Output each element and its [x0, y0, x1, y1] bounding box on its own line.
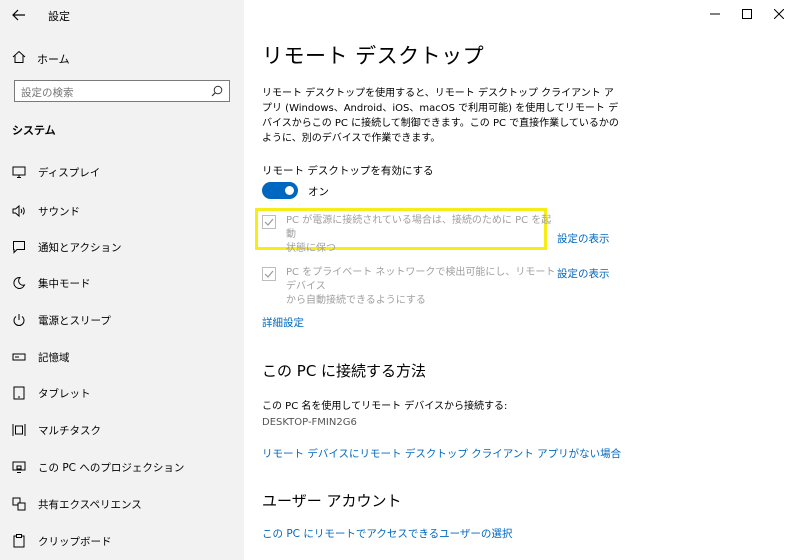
- no-client-app-link[interactable]: リモート デバイスにリモート デスクトップ クライアント アプリがない場合: [262, 446, 621, 461]
- toggle-state-label: オン: [308, 186, 329, 198]
- sidebar-item-display[interactable]: ディスプレイ: [0, 158, 244, 186]
- sidebar-item-home[interactable]: ホーム: [0, 45, 244, 71]
- discoverable-settings-link[interactable]: 設定の表示: [557, 266, 610, 281]
- app-title: 設定: [48, 10, 70, 23]
- sidebar-item-sound[interactable]: サウンド: [0, 197, 244, 225]
- maximize-icon: [742, 9, 752, 19]
- sidebar-item-label: 電源とスリープ: [38, 315, 111, 327]
- projection-icon: [12, 461, 26, 473]
- search-input[interactable]: [15, 83, 201, 103]
- user-accounts-heading: ユーザー アカウント: [262, 492, 402, 510]
- sidebar-item-shared-experiences[interactable]: 共有エクスペリエンス: [0, 490, 244, 518]
- sidebar-item-label: 集中モード: [38, 278, 91, 290]
- checkmark-icon: [264, 270, 274, 278]
- sidebar-item-label: ディスプレイ: [38, 167, 101, 179]
- power-icon: [13, 314, 25, 326]
- select-users-link[interactable]: この PC にリモートでアクセスできるユーザーの選択: [262, 526, 512, 541]
- maximize-button[interactable]: [730, 0, 764, 28]
- back-button[interactable]: [8, 4, 30, 26]
- multitask-icon: [12, 424, 26, 436]
- sidebar-item-tablet[interactable]: タブレット: [0, 379, 244, 407]
- close-button[interactable]: [762, 0, 796, 28]
- discoverable-label: PC をプライベート ネットワークで検出可能にし、リモート デバイス から自動接…: [286, 266, 556, 308]
- title-bar: 設定: [0, 0, 244, 30]
- clipboard-icon: [13, 534, 25, 548]
- sidebar-item-label: タブレット: [38, 388, 91, 400]
- sidebar-item-focus[interactable]: 集中モード: [0, 269, 244, 297]
- minimize-button[interactable]: [698, 0, 732, 28]
- back-arrow-icon: [12, 9, 25, 21]
- notification-icon: [13, 241, 25, 254]
- sidebar-item-label: この PC へのプロジェクション: [38, 462, 185, 474]
- description-text: リモート デスクトップを使用すると、リモート デスクトップ クライアント アプリ…: [262, 88, 619, 144]
- advanced-settings-link[interactable]: 詳細設定: [262, 315, 304, 330]
- checkmark-icon: [264, 218, 274, 226]
- sidebar: 設定 ホーム システム ディスプレイ サウンド 通知とアクション: [0, 0, 244, 560]
- share-icon: [12, 497, 26, 511]
- keep-awake-checkbox[interactable]: [262, 215, 276, 229]
- sidebar-item-clipboard[interactable]: クリップボード: [0, 527, 244, 555]
- sidebar-item-label: サウンド: [38, 206, 80, 218]
- keep-awake-label-line1: PC が電源に接続されている場合は、接続のために PC を起動: [286, 215, 552, 240]
- remote-desktop-toggle[interactable]: [262, 182, 298, 199]
- sidebar-item-power[interactable]: 電源とスリープ: [0, 306, 244, 334]
- keep-awake-label: PC が電源に接続されている場合は、接続のために PC を起動 状態に保つ: [286, 214, 556, 256]
- tablet-icon: [13, 386, 25, 400]
- main-content: リモート デスクトップ リモート デスクトップを使用すると、リモート デスクトッ…: [244, 0, 800, 560]
- sidebar-item-label: 共有エクスペリエンス: [38, 499, 142, 511]
- discoverable-label-line1: PC をプライベート ネットワークで検出可能にし、リモート デバイス: [286, 267, 556, 292]
- page-title: リモート デスクトップ: [262, 44, 485, 68]
- keep-awake-settings-link[interactable]: 設定の表示: [557, 231, 610, 246]
- sidebar-item-label: クリップボード: [38, 536, 112, 548]
- connect-instructions: この PC 名を使用してリモート デバイスから接続する:: [262, 401, 508, 412]
- sidebar-item-multitask[interactable]: マルチタスク: [0, 416, 244, 444]
- sidebar-item-label: マルチタスク: [38, 425, 101, 437]
- enable-remote-desktop-label: リモート デスクトップを有効にする: [262, 165, 434, 177]
- sound-icon: [12, 204, 25, 218]
- minimize-icon: [710, 13, 720, 15]
- keep-awake-label-line2: 状態に保つ: [286, 243, 336, 254]
- discoverable-checkbox[interactable]: [262, 267, 276, 281]
- home-icon: [12, 50, 26, 63]
- sidebar-item-label: 通知とアクション: [38, 242, 122, 254]
- sidebar-section-title: システム: [12, 124, 56, 137]
- search-icon[interactable]: [211, 85, 223, 97]
- sidebar-item-projection[interactable]: この PC へのプロジェクション: [0, 453, 244, 481]
- sidebar-item-label: 記憶域: [38, 352, 70, 364]
- pc-name: DESKTOP-FMIN2G6: [262, 417, 357, 428]
- sidebar-item-label: ホーム: [37, 53, 70, 66]
- close-icon: [774, 9, 784, 19]
- discoverable-label-line2: から自動接続できるようにする: [286, 295, 426, 306]
- moon-icon: [13, 276, 26, 289]
- scrollbar[interactable]: [794, 30, 800, 180]
- connect-heading: この PC に接続する方法: [262, 362, 427, 380]
- search-box[interactable]: [14, 80, 230, 103]
- toggle-knob: [285, 186, 294, 195]
- sidebar-item-storage[interactable]: 記憶域: [0, 343, 244, 371]
- sidebar-item-notifications[interactable]: 通知とアクション: [0, 233, 244, 261]
- display-icon: [12, 166, 26, 178]
- storage-icon: [12, 353, 26, 361]
